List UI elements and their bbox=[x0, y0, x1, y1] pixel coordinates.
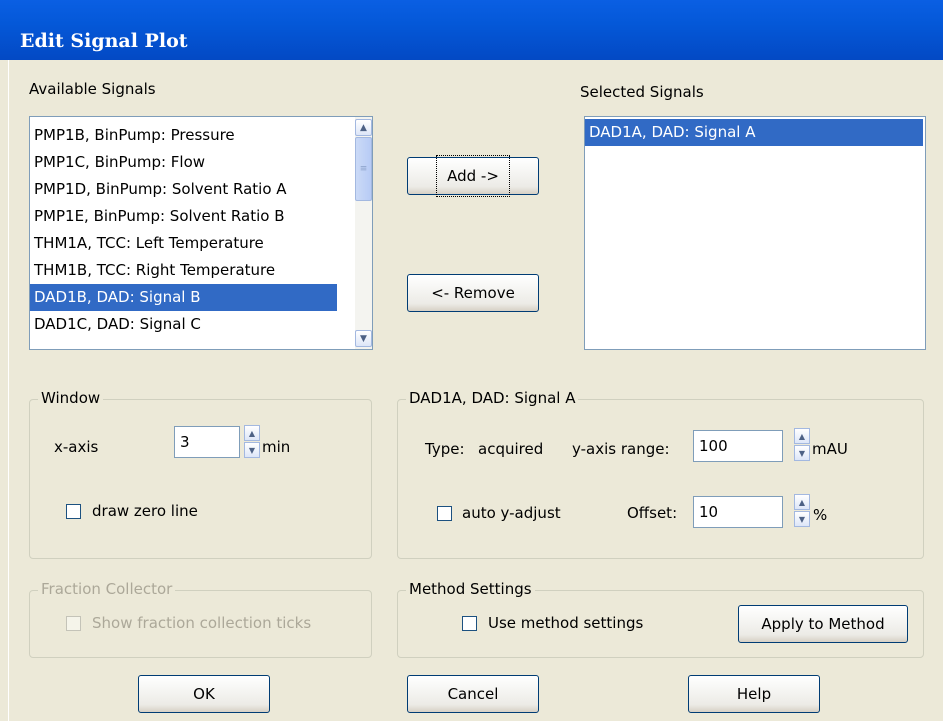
offset-label: Offset: bbox=[627, 504, 678, 522]
spin-up-icon[interactable]: ▲ bbox=[794, 428, 810, 444]
available-list-scrollbar[interactable]: ▲ ≡ ▼ bbox=[355, 117, 372, 349]
ok-button-label: OK bbox=[193, 685, 215, 703]
method-settings-title: Method Settings bbox=[406, 580, 535, 598]
available-list-item[interactable]: PMP1D, BinPump: Solvent Ratio A bbox=[30, 176, 337, 203]
auto-y-adjust-checkbox[interactable] bbox=[437, 506, 452, 521]
help-button[interactable]: Help bbox=[688, 675, 820, 713]
available-list-item[interactable]: PMP1C, BinPump: Flow bbox=[30, 149, 337, 176]
auto-y-adjust-label[interactable]: auto y-adjust bbox=[462, 504, 561, 522]
apply-to-method-label: Apply to Method bbox=[761, 615, 885, 633]
spin-down-icon[interactable]: ▼ bbox=[794, 445, 810, 461]
xaxis-unit: min bbox=[262, 438, 291, 456]
spin-up-icon[interactable]: ▲ bbox=[244, 425, 260, 441]
apply-to-method-button[interactable]: Apply to Method bbox=[738, 605, 908, 643]
selected-signals-label: Selected Signals bbox=[580, 83, 704, 101]
offset-spinner[interactable]: ▲ ▼ bbox=[794, 494, 810, 528]
scroll-up-icon[interactable]: ▲ bbox=[355, 119, 372, 136]
type-value: acquired bbox=[478, 440, 544, 458]
dialog-client: Available Signals PMP1B, BinPump: Pressu… bbox=[8, 60, 943, 721]
use-method-settings-label[interactable]: Use method settings bbox=[488, 614, 643, 632]
type-label: Type: bbox=[425, 440, 465, 458]
spin-down-icon[interactable]: ▼ bbox=[794, 511, 810, 527]
offset-unit: % bbox=[813, 506, 828, 524]
add-button-label: Add -> bbox=[436, 155, 510, 197]
remove-button-label: <- Remove bbox=[431, 284, 515, 302]
signal-group-title: DAD1A, DAD: Signal A bbox=[406, 389, 579, 407]
add-button[interactable]: Add -> bbox=[407, 155, 539, 197]
available-list-item[interactable]: PMP1B, BinPump: Pressure bbox=[30, 122, 337, 149]
available-list-item[interactable]: PMP1E, BinPump: Solvent Ratio B bbox=[30, 203, 337, 230]
draw-zero-line-label[interactable]: draw zero line bbox=[92, 502, 198, 520]
show-fraction-ticks-label: Show fraction collection ticks bbox=[92, 614, 312, 632]
xaxis-input[interactable]: 3 bbox=[174, 426, 240, 458]
ok-button[interactable]: OK bbox=[138, 675, 270, 713]
offset-input[interactable]: 10 bbox=[693, 496, 783, 528]
yrange-spinner[interactable]: ▲ ▼ bbox=[794, 428, 810, 462]
spin-up-icon[interactable]: ▲ bbox=[794, 494, 810, 510]
signal-group: DAD1A, DAD: Signal A Type: acquired y-ax… bbox=[397, 389, 924, 559]
method-settings-group: Method Settings Use method settings Appl… bbox=[397, 580, 924, 658]
xaxis-label: x-axis bbox=[54, 438, 99, 456]
cancel-button-label: Cancel bbox=[447, 685, 499, 703]
show-fraction-ticks-checkbox bbox=[66, 616, 81, 631]
window-title: Edit Signal Plot bbox=[20, 30, 188, 52]
xaxis-spinner[interactable]: ▲ ▼ bbox=[244, 425, 260, 459]
fraction-collector-title: Fraction Collector bbox=[38, 580, 176, 598]
help-button-label: Help bbox=[736, 685, 772, 703]
window-group: Window x-axis 3 ▲ ▼ min draw zero line bbox=[29, 389, 372, 559]
selected-signals-list[interactable]: DAD1A, DAD: Signal A bbox=[584, 116, 926, 350]
window-group-title: Window bbox=[38, 389, 104, 407]
fraction-collector-group: Fraction Collector Show fraction collect… bbox=[29, 580, 372, 658]
use-method-settings-checkbox[interactable] bbox=[462, 616, 477, 631]
yrange-unit: mAU bbox=[812, 440, 848, 458]
available-list-item[interactable]: THM1A, TCC: Left Temperature bbox=[30, 230, 337, 257]
scroll-thumb[interactable]: ≡ bbox=[355, 137, 372, 201]
available-signals-list[interactable]: PMP1B, BinPump: Pressure PMP1C, BinPump: … bbox=[29, 116, 373, 350]
spin-down-icon[interactable]: ▼ bbox=[244, 442, 260, 458]
draw-zero-line-checkbox[interactable] bbox=[66, 504, 81, 519]
available-list-item[interactable]: DAD1C, DAD: Signal C bbox=[30, 311, 337, 338]
selected-list-item[interactable]: DAD1A, DAD: Signal A bbox=[585, 119, 923, 146]
cancel-button[interactable]: Cancel bbox=[407, 675, 539, 713]
scroll-down-icon[interactable]: ▼ bbox=[355, 330, 372, 347]
available-list-item[interactable]: THM1B, TCC: Right Temperature bbox=[30, 257, 337, 284]
remove-button[interactable]: <- Remove bbox=[407, 274, 539, 312]
title-bar: Edit Signal Plot bbox=[0, 0, 943, 60]
available-signals-label: Available Signals bbox=[29, 80, 156, 98]
yrange-input[interactable]: 100 bbox=[693, 430, 783, 462]
available-list-item[interactable]: DAD1B, DAD: Signal B bbox=[30, 284, 337, 311]
yrange-label: y-axis range: bbox=[572, 440, 670, 458]
